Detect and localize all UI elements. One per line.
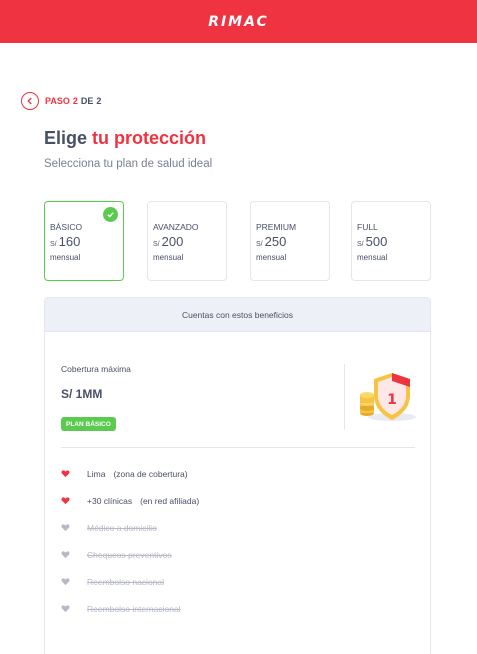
plan-currency: S/ [153,241,160,248]
step-indicator: PASO 2 DE 2 [21,92,101,110]
check-circle-icon [103,207,118,222]
plan-price: S/ 500 [357,234,430,249]
plan-period: mensual [256,253,287,262]
page-title: Elige tu protección [44,128,206,149]
plan-name: PREMIUM [256,222,297,232]
plan-card-basico[interactable]: BÁSICO S/ 160 mensual [44,201,124,281]
benefit-name: Chequeos preventivos [87,549,172,560]
svg-text:1: 1 [387,392,397,408]
heart-icon [61,496,70,505]
divider [344,364,345,430]
benefit-item: Lima (zona de cobertura) [61,460,415,487]
plan-period: mensual [357,253,388,262]
step-of: DE [80,96,94,106]
benefit-item: +30 clínicas (en red afiliada) [61,487,415,514]
plan-currency: S/ [256,241,263,248]
plan-card-avanzado[interactable]: AVANZADO S/ 200 mensual [147,201,227,281]
step-label: PASO [45,96,70,106]
top-bar: RIMAC [0,0,477,43]
step-total: 2 [96,96,102,106]
plan-name: AVANZADO [153,222,199,232]
plan-price: S/ 160 [50,234,123,249]
benefit-list: Lima (zona de cobertura) +30 clínicas (e… [61,460,415,622]
back-button[interactable] [21,92,39,110]
shield-coins-icon: 1 [360,373,416,421]
plan-name: FULL [357,222,378,232]
plan-price: S/ 250 [256,234,329,249]
plan-currency: S/ [357,241,364,248]
heart-icon [61,604,70,613]
benefit-note: (zona de cobertura) [113,468,188,479]
plan-badge: PLAN BÁSICO [61,417,116,431]
plan-name: BÁSICO [50,222,83,232]
benefit-item-disabled: Reembolso internacional [61,595,415,622]
plan-card-full[interactable]: FULL S/ 500 mensual [351,201,431,281]
heart-icon [61,577,70,586]
benefit-item-disabled: Chequeos preventivos [61,541,415,568]
title-accent: tu protección [92,128,207,148]
plan-price: S/ 200 [153,234,226,249]
plan-amount: 250 [264,234,287,249]
page-subtitle: Selecciona tu plan de salud ideal [44,158,213,170]
coverage-label: Cobertura máxima [61,364,131,374]
benefit-name: +30 clínicas [87,495,133,506]
divider [61,447,415,448]
plan-amount: 200 [161,234,184,249]
plan-currency: S/ [50,241,57,248]
benefit-name: Reembolso internacional [87,603,181,614]
step-current: 2 [72,96,78,106]
plan-card-premium[interactable]: PREMIUM S/ 250 mensual [250,201,330,281]
heart-icon [61,523,70,532]
chevron-left-icon [27,97,32,105]
benefit-note: (en red afiliada) [140,495,200,506]
plan-amount: 160 [58,234,81,249]
plan-period: mensual [50,253,81,262]
benefit-item-disabled: Reembolso nacional [61,568,415,595]
benefit-name: Médico a domicilio [87,522,157,533]
plan-period: mensual [153,253,184,262]
benefits-header: Cuentas con estos beneficios [45,298,430,332]
benefit-item-disabled: Médico a domicilio [61,514,415,541]
benefit-name: Lima [87,468,106,479]
heart-icon [61,469,70,478]
coverage-value: S/ 1MM [61,387,103,401]
plan-amount: 500 [365,234,388,249]
title-lead: Elige [44,128,88,148]
benefits-panel: Cuentas con estos beneficios Cobertura m… [44,297,431,654]
heart-icon [61,550,70,559]
benefit-name: Reembolso nacional [87,576,165,587]
plan-selector: BÁSICO S/ 160 mensual AVANZADO S/ 200 me… [44,201,431,282]
rimac-logo[interactable]: RIMAC [208,14,269,30]
